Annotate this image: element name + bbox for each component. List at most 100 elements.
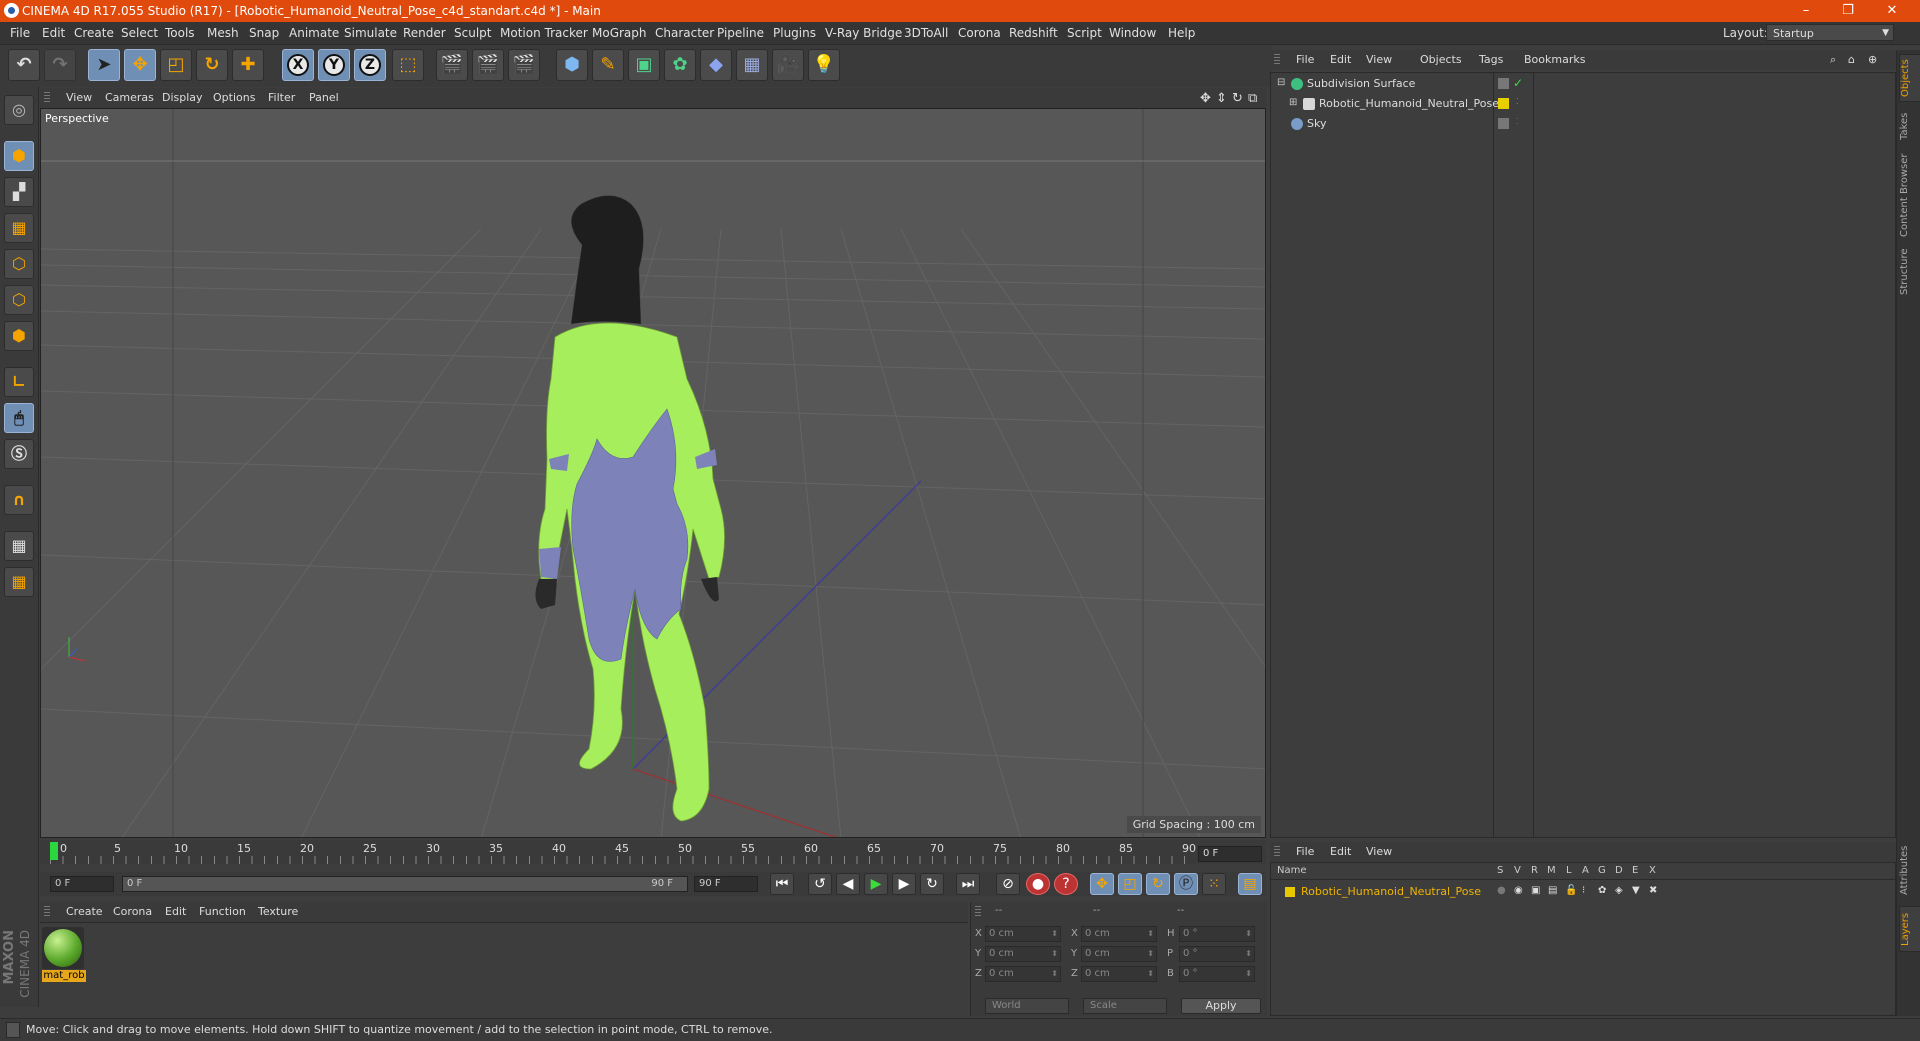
- rot-b-field[interactable]: 0 ° ⬍: [1179, 966, 1255, 982]
- keyframe-selection-button[interactable]: ⊘: [996, 873, 1020, 895]
- layer-color-tag[interactable]: [1498, 98, 1509, 109]
- menu-file[interactable]: File: [10, 26, 30, 40]
- menu-character[interactable]: Character: [655, 26, 714, 40]
- key-scale-button[interactable]: ◰: [1118, 873, 1142, 895]
- close-button[interactable]: ✕: [1872, 2, 1912, 20]
- tab-layers[interactable]: Layers: [1899, 906, 1920, 952]
- viewport-menu-filter[interactable]: Filter: [268, 91, 295, 104]
- play-button[interactable]: ▶: [864, 873, 888, 895]
- eye-icon[interactable]: ◉: [1514, 885, 1523, 896]
- visibility-dots-icon[interactable]: ⁚: [1516, 117, 1519, 126]
- menu-help[interactable]: Help: [1168, 26, 1195, 40]
- playhead[interactable]: [50, 842, 58, 860]
- render-toggle-icon[interactable]: ▣: [1531, 885, 1540, 896]
- search-icon[interactable]: ⌕: [1830, 53, 1836, 67]
- menu-select[interactable]: Select: [121, 26, 158, 40]
- menu-simulate[interactable]: Simulate: [344, 26, 397, 40]
- camera-button[interactable]: 🎥: [772, 49, 804, 81]
- enabled-check-icon[interactable]: ✓: [1513, 76, 1523, 90]
- menu-animate[interactable]: Animate: [289, 26, 339, 40]
- expand-icon[interactable]: ⊞: [1289, 97, 1297, 108]
- generator-toggle-icon[interactable]: ✿: [1598, 885, 1606, 896]
- viewport-menu-display[interactable]: Display: [162, 91, 203, 104]
- object-row-robotic-humanoid[interactable]: ⊞ Robotic_Humanoid_Neutral_Pose ⁚: [1271, 95, 1895, 113]
- key-rotation-button[interactable]: ↻: [1146, 873, 1170, 895]
- next-key-button[interactable]: ↻: [920, 873, 944, 895]
- scale-tool-button[interactable]: ◰: [160, 49, 192, 81]
- material-thumbnail[interactable]: [42, 927, 84, 969]
- collapse-icon[interactable]: ⊟: [1277, 77, 1285, 88]
- key-parameter-button[interactable]: Ⓟ: [1174, 873, 1198, 895]
- render-view-button[interactable]: 🎬: [436, 49, 468, 81]
- subdivision-surface-button[interactable]: ▣: [628, 49, 660, 81]
- rot-h-field[interactable]: 0 ° ⬍: [1179, 926, 1255, 942]
- render-picture-viewer-button[interactable]: 🎬: [472, 49, 504, 81]
- menu-snap[interactable]: Snap: [249, 26, 279, 40]
- om-menu-view[interactable]: View: [1366, 53, 1392, 66]
- tab-attributes[interactable]: Attributes: [1899, 840, 1919, 900]
- tab-takes[interactable]: Takes: [1899, 106, 1919, 146]
- material-menu-create[interactable]: Create: [66, 905, 103, 918]
- lm-menu-edit[interactable]: Edit: [1330, 845, 1351, 858]
- record-button[interactable]: ●: [1026, 873, 1050, 895]
- menu-sculpt[interactable]: Sculpt: [454, 26, 491, 40]
- home-icon[interactable]: ⌂: [1848, 53, 1855, 66]
- deformer-toggle-icon[interactable]: ◈: [1615, 885, 1623, 896]
- pen-spline-button[interactable]: ✎: [592, 49, 624, 81]
- go-to-start-button[interactable]: ⏮: [770, 873, 794, 895]
- visibility-dots-icon[interactable]: ⁚: [1516, 97, 1519, 106]
- coordinate-system-button[interactable]: ⬚: [392, 49, 424, 81]
- menu-window[interactable]: Window: [1109, 26, 1156, 40]
- previous-frame-button[interactable]: ◀: [836, 873, 860, 895]
- solo-toggle-icon[interactable]: ●: [1497, 885, 1506, 896]
- next-frame-button[interactable]: ▶: [892, 873, 916, 895]
- coord-space-select[interactable]: World: [985, 998, 1069, 1014]
- pos-y-field[interactable]: 0 cm ⬍: [985, 946, 1061, 962]
- tweak-mode-button[interactable]: 🖱: [4, 403, 34, 433]
- key-position-button[interactable]: ✥: [1090, 873, 1114, 895]
- timeline-window-button[interactable]: ▤: [1238, 873, 1262, 895]
- menu-plugins[interactable]: Plugins: [773, 26, 816, 40]
- menu-tools[interactable]: Tools: [165, 26, 195, 40]
- material-name[interactable]: mat_rob: [42, 970, 86, 982]
- om-menu-file[interactable]: File: [1296, 53, 1314, 66]
- undo-button[interactable]: ↶: [8, 49, 40, 81]
- menu-pipeline[interactable]: Pipeline: [717, 26, 764, 40]
- pos-x-field[interactable]: 0 cm ⬍: [985, 926, 1061, 942]
- material-menu-texture[interactable]: Texture: [258, 905, 298, 918]
- robotic-humanoid-model[interactable]: [535, 195, 725, 822]
- y-axis-button[interactable]: Y: [318, 49, 350, 81]
- menu-motion-tracker[interactable]: Motion Tracker: [500, 26, 588, 40]
- viewport-menu-options[interactable]: Options: [213, 91, 255, 104]
- manager-toggle-icon[interactable]: ▤: [1548, 885, 1557, 896]
- lock-icon[interactable]: 🔓: [1565, 885, 1577, 896]
- start-frame-field[interactable]: 0 F: [50, 876, 114, 892]
- select-tool-button[interactable]: ➤: [88, 49, 120, 81]
- render-settings-button[interactable]: 🎬: [508, 49, 540, 81]
- size-z-field[interactable]: 0 cm ⬍: [1081, 966, 1157, 982]
- tab-objects[interactable]: Objects: [1899, 54, 1920, 102]
- texture-mode-button[interactable]: ▞: [4, 177, 34, 207]
- menu-edit[interactable]: Edit: [42, 26, 65, 40]
- floor-button[interactable]: ▦: [736, 49, 768, 81]
- layer-color-swatch[interactable]: [1285, 887, 1295, 897]
- perspective-viewport[interactable]: Perspective Grid Spacing : 100 cm: [40, 108, 1266, 838]
- layer-row[interactable]: Robotic_Humanoid_Neutral_Pose ● ◉ ▣ ▤ 🔓 …: [1271, 883, 1895, 901]
- om-menu-objects[interactable]: Objects: [1420, 53, 1462, 66]
- tab-content-browser[interactable]: Content Browser: [1899, 150, 1919, 240]
- polygons-mode-button[interactable]: ⬢: [4, 321, 34, 351]
- z-axis-button[interactable]: Z: [354, 49, 386, 81]
- viewport-menu-panel[interactable]: Panel: [309, 91, 339, 104]
- key-pla-button[interactable]: ⁙: [1202, 873, 1226, 895]
- menu-3dtoall[interactable]: 3DToAll: [904, 26, 948, 40]
- viewport-maximize-icon[interactable]: ⧉: [1248, 91, 1257, 106]
- cloner-button[interactable]: ✿: [664, 49, 696, 81]
- edges-mode-button[interactable]: ⬡: [4, 285, 34, 315]
- viewport-menu-view[interactable]: View: [66, 91, 92, 104]
- new-view-icon[interactable]: ⊕: [1868, 53, 1877, 66]
- om-menu-edit[interactable]: Edit: [1330, 53, 1351, 66]
- layer-name[interactable]: Robotic_Humanoid_Neutral_Pose: [1301, 885, 1481, 898]
- menu-redshift[interactable]: Redshift: [1009, 26, 1058, 40]
- rotate-tool-button[interactable]: ↻: [196, 49, 228, 81]
- pos-z-field[interactable]: 0 cm ⬍: [985, 966, 1061, 982]
